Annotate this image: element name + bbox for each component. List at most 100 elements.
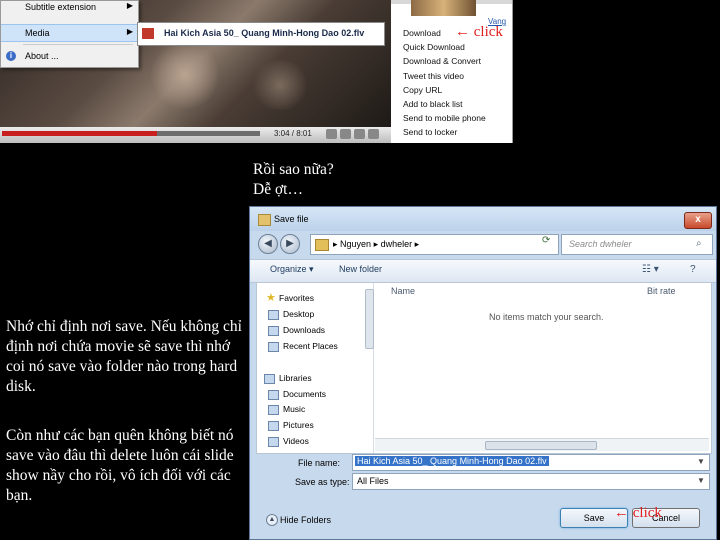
nav-libraries[interactable]: Libraries <box>264 373 312 384</box>
info-icon: i <box>6 51 16 61</box>
chevron-up-icon[interactable]: ▲ <box>266 514 278 526</box>
progress-fill <box>2 131 157 136</box>
nav-item-desktop[interactable]: Desktop <box>268 309 314 320</box>
nav-favorites[interactable]: ★ Favorites <box>266 292 314 304</box>
address-bar: ◀ ▶ ▸ Nguyen ▸ dwheler ▸ ⟳ Search dwhele… <box>250 231 716 259</box>
column-header-bit-rate[interactable]: Bit rate <box>647 286 676 296</box>
new-folder-button[interactable]: New folder <box>339 264 382 274</box>
help-icon[interactable]: ? <box>690 264 696 275</box>
folder-icon <box>258 214 271 226</box>
chevron-down-icon[interactable]: ▼ <box>697 457 705 466</box>
horizontal-scrollbar[interactable] <box>375 438 709 451</box>
volume-icon[interactable] <box>326 129 337 139</box>
context-menu: Subtitle extension ▶ Media ▶ i About ... <box>0 0 139 68</box>
nav-item-downloads[interactable]: Downloads <box>268 325 326 336</box>
file-name-label: File name: <box>298 458 341 468</box>
video-highlight <box>150 40 220 110</box>
size-icon[interactable] <box>354 129 365 139</box>
chevron-right-icon: ▸ <box>333 239 341 249</box>
nav-item-label: Music <box>283 404 306 414</box>
caption-line: Dễ ợt… <box>253 181 303 198</box>
nav-item-recent-places[interactable]: Recent Places <box>268 341 338 352</box>
view-options-icon[interactable]: ☷ ▾ <box>642 264 659 275</box>
download-menu-screenshot: Download Quick Download Download & Conve… <box>391 0 513 143</box>
click-annotation: ← click <box>455 24 503 41</box>
video-screenshot: 3:04 / 8:01 Subtitle extension ▶ Media ▶… <box>0 0 391 143</box>
menu-item-copy-url[interactable]: Copy URL <box>403 85 442 95</box>
search-input[interactable]: Search dwheler ⌕ <box>561 234 713 255</box>
fullscreen-icon[interactable] <box>368 129 379 139</box>
nav-item-label: Downloads <box>283 325 326 335</box>
close-button[interactable]: x <box>684 212 712 229</box>
menu-item-label: About ... <box>25 51 59 61</box>
menu-item-media[interactable]: Media ▶ <box>1 24 138 42</box>
file-name-value: Hai Kich Asia 50_ Quang Minh-Hong Dao 02… <box>355 456 549 466</box>
back-icon[interactable]: ◀ <box>258 234 278 254</box>
save-as-type-label: Save as type: <box>295 477 350 487</box>
click-annotation: ← click <box>614 505 662 522</box>
menu-item-about[interactable]: i About ... <box>1 48 138 64</box>
folder-icon <box>315 239 329 251</box>
nav-item-music[interactable]: Music <box>268 404 306 415</box>
menu-item-send-mobile[interactable]: Send to mobile phone <box>403 113 486 123</box>
music-icon <box>268 405 279 415</box>
menu-item-black-list[interactable]: Add to black list <box>403 99 463 109</box>
time-display: 3:04 / 8:01 <box>274 129 312 138</box>
recent-places-icon <box>268 342 279 352</box>
media-file-title: Hai Kich Asia 50_ Quang Minh-Hong Dao 02… <box>164 28 365 38</box>
menu-item-download-convert[interactable]: Download & Convert <box>403 56 481 66</box>
hide-folders-button[interactable]: Hide Folders <box>280 515 331 525</box>
file-name-input[interactable]: Hai Kich Asia 50_ Quang Minh-Hong Dao 02… <box>352 454 710 471</box>
arrow-left-icon: ← <box>614 505 629 521</box>
breadcrumb-item[interactable]: dwheler <box>381 239 413 249</box>
nav-item-label: Pictures <box>283 420 314 430</box>
caption-closing: Còn như các bạn quên không biết nó save … <box>6 427 234 504</box>
file-browser: ★ Favorites Desktop Downloads Recent Pla… <box>256 282 712 454</box>
nav-item-videos[interactable]: Videos <box>268 436 309 447</box>
search-icon[interactable]: ⌕ <box>696 238 702 249</box>
dialog-titlebar[interactable]: Save file x <box>250 207 716 231</box>
chevron-right-icon: ▸ <box>373 239 381 249</box>
menu-item-tweet[interactable]: Tweet this video <box>403 71 464 81</box>
nav-heading-label: Libraries <box>279 373 312 383</box>
organize-button[interactable]: Organize ▾ <box>270 264 314 275</box>
dialog-title: Save file <box>274 214 309 224</box>
scrollbar-thumb[interactable] <box>485 441 597 450</box>
popout-icon[interactable] <box>340 129 351 139</box>
submenu-arrow-icon: ▶ <box>126 27 133 36</box>
save-as-type-select[interactable]: All Files ▼ <box>352 473 710 490</box>
divider <box>512 0 513 143</box>
menu-item-quick-download[interactable]: Quick Download <box>403 42 465 52</box>
navigation-pane: ★ Favorites Desktop Downloads Recent Pla… <box>257 283 374 453</box>
submenu-arrow-icon: ▶ <box>126 1 133 10</box>
nav-scrollbar[interactable] <box>365 289 374 349</box>
menu-item-download[interactable]: Download <box>403 28 441 38</box>
videos-icon <box>268 437 279 447</box>
breadcrumb-item[interactable]: Nguyen <box>340 239 371 249</box>
click-annotation-text: click <box>632 505 662 521</box>
save-as-type-value: All Files <box>357 476 389 486</box>
refresh-icon[interactable]: ⟳ <box>542 235 550 246</box>
desktop-icon <box>268 310 279 320</box>
nav-item-pictures[interactable]: Pictures <box>268 420 314 431</box>
chevron-right-icon: ▸ <box>414 239 420 249</box>
nav-item-label: Recent Places <box>283 341 338 351</box>
forward-icon[interactable]: ▶ <box>280 234 300 254</box>
path-breadcrumb[interactable]: ▸ Nguyen ▸ dwheler ▸ <box>310 234 559 255</box>
thumbnail-image <box>411 0 476 16</box>
documents-icon <box>268 390 279 400</box>
nav-item-documents[interactable]: Documents <box>268 389 326 400</box>
libraries-icon <box>264 374 275 384</box>
menu-separator <box>23 44 133 45</box>
star-icon: ★ <box>266 292 276 304</box>
menu-item-send-locker[interactable]: Send to locker <box>403 127 457 137</box>
pictures-icon <box>268 421 279 431</box>
chevron-down-icon[interactable]: ▼ <box>697 476 705 485</box>
caption-instruction: Nhớ chỉ định nơi save. Nếu không chỉ địn… <box>6 318 242 395</box>
breadcrumb: ▸ Nguyen ▸ dwheler ▸ <box>333 239 419 250</box>
search-placeholder: Search dwheler <box>569 239 632 249</box>
arrow-left-icon: ← <box>455 24 470 40</box>
media-submenu[interactable]: Hai Kich Asia 50_ Quang Minh-Hong Dao 02… <box>137 22 385 46</box>
menu-item-subtitle-extension[interactable]: Subtitle extension ▶ <box>1 0 138 15</box>
column-header-name[interactable]: Name <box>391 286 415 296</box>
